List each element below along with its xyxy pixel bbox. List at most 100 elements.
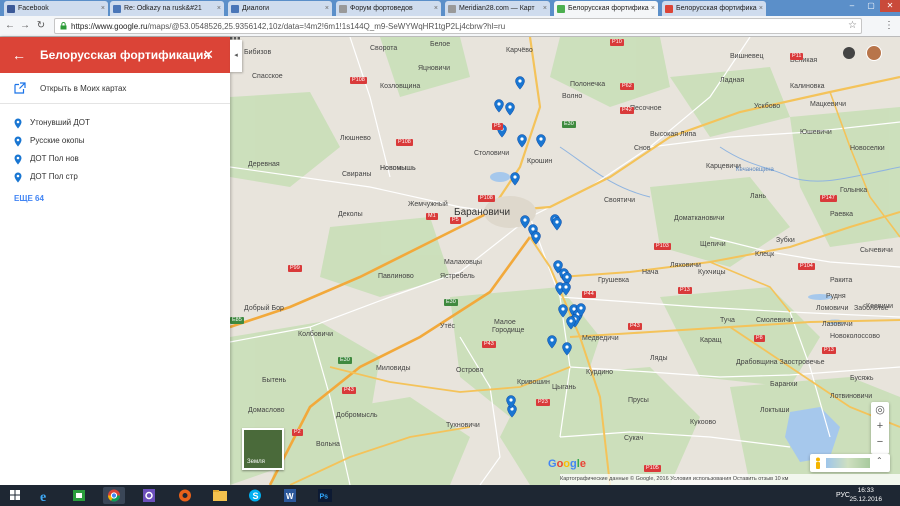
tab-close-icon[interactable]: × xyxy=(325,1,329,16)
address-bar[interactable]: https://www.google.ru/maps/@53.0548526,2… xyxy=(54,18,862,34)
map-place-label[interactable]: Сычевичи xyxy=(860,247,893,254)
map-place-label[interactable]: Новоколоссово xyxy=(830,333,880,340)
map-place-label[interactable]: Павлиново xyxy=(378,273,414,280)
map-place-label[interactable]: Бусяжь xyxy=(850,375,873,382)
input-language[interactable]: РУС xyxy=(836,485,850,506)
internet-explorer-icon[interactable]: e xyxy=(34,487,56,505)
map-place-label[interactable]: Лань xyxy=(750,193,766,200)
notifications-bell-icon[interactable] xyxy=(843,47,855,59)
my-location-icon[interactable]: ◎ xyxy=(871,402,889,418)
browser-menu-icon[interactable]: ⋮ xyxy=(884,19,894,33)
map-place-label[interactable]: Деревная xyxy=(248,161,280,168)
word-icon[interactable]: W xyxy=(279,487,301,504)
map-place-label[interactable]: Лазовичи xyxy=(822,321,853,328)
skype-icon[interactable]: S xyxy=(244,487,266,504)
reload-button[interactable]: ↻ xyxy=(35,19,47,33)
map-place-label[interactable]: Песочное xyxy=(630,105,662,112)
expand-chevron-icon[interactable]: ⌃ xyxy=(876,456,883,465)
map-place-label[interactable]: Локтыши xyxy=(760,407,789,414)
tab-close-icon[interactable]: × xyxy=(543,1,547,16)
fortification-pin-icon[interactable] xyxy=(517,134,527,148)
map-place-label[interactable]: Раевка xyxy=(830,211,853,218)
map-place-label[interactable]: Новоселки xyxy=(850,145,885,152)
map-place-label[interactable]: Своятичи xyxy=(604,197,635,204)
map-place-label[interactable]: Миловиды xyxy=(376,365,411,372)
map-place-label[interactable]: Колбовичи xyxy=(298,331,333,338)
map-place-label[interactable]: Новомышь xyxy=(380,165,416,172)
chrome-icon[interactable] xyxy=(103,487,125,504)
map-place-label[interactable]: Вольна xyxy=(316,441,340,448)
map-place-label[interactable]: Утёс xyxy=(440,323,455,330)
map-place-label[interactable]: Спасское xyxy=(252,73,283,80)
map-place-label[interactable]: Малаховцы xyxy=(444,259,482,266)
map-place-label[interactable]: Щепичи xyxy=(700,241,726,248)
windows-start-icon[interactable] xyxy=(4,487,26,504)
window-close-icon[interactable]: ✕ xyxy=(880,0,900,12)
map-place-label[interactable]: Клецк xyxy=(755,251,774,258)
map-place-label[interactable]: Ракита xyxy=(830,277,852,284)
browser-tab[interactable]: Meridian28.com — Карт × xyxy=(445,1,550,16)
map-place-label[interactable]: Курдино xyxy=(586,369,613,376)
forward-button[interactable]: → xyxy=(19,19,31,33)
zoom-in-button[interactable]: + xyxy=(871,418,889,434)
layer-item[interactable]: Утонувший ДОТ xyxy=(0,115,230,131)
map-place-label[interactable]: Кривошин xyxy=(517,379,550,386)
map-place-label[interactable]: Ляды xyxy=(650,355,668,362)
map-place-label[interactable]: Острово xyxy=(456,367,483,374)
store-icon[interactable] xyxy=(68,487,90,504)
map-place-label[interactable]: Мацкевичи xyxy=(810,101,846,108)
fortification-pin-icon[interactable] xyxy=(510,172,520,186)
map-place-label[interactable]: Сворота xyxy=(370,45,397,52)
map-place-label[interactable]: Малое xyxy=(494,319,516,326)
map-place-label[interactable]: Бибизов xyxy=(244,49,271,56)
fortification-pin-icon[interactable] xyxy=(494,99,504,113)
map-place-label[interactable]: Туча xyxy=(720,317,735,324)
map-place-label[interactable]: Козловщина xyxy=(380,83,420,90)
open-in-my-maps-link[interactable]: Открыть в Моих картах xyxy=(0,79,230,99)
tab-close-icon[interactable]: × xyxy=(217,1,221,16)
more-layers-link[interactable]: ЕЩЕ 64 xyxy=(14,192,44,206)
layer-item[interactable]: ДОТ Пол нов xyxy=(0,151,230,167)
map-place-label[interactable]: Ладная xyxy=(720,77,744,84)
fortification-pin-icon[interactable] xyxy=(515,76,525,90)
map-place-label[interactable]: Домаслово xyxy=(248,407,285,414)
map-place-label[interactable]: Ускбово xyxy=(754,103,780,110)
map-canvas[interactable]: БарановичиСтоловичиКрошинЛяховичиГанцеви… xyxy=(230,37,900,494)
map-place-label[interactable]: Ястребель xyxy=(440,273,475,280)
map-place-label[interactable]: Снов xyxy=(634,145,651,152)
map-place-label[interactable]: Доматкановичи xyxy=(674,215,725,222)
close-icon[interactable]: ✕ xyxy=(203,46,214,64)
settings-gear-icon[interactable] xyxy=(138,487,160,504)
map-place-label[interactable]: Кечановщина xyxy=(736,167,774,173)
map-place-label[interactable]: Смолевичи xyxy=(756,317,793,324)
map-place-label[interactable]: Баранхи xyxy=(770,381,798,388)
map-place-label[interactable]: Вишневец xyxy=(730,53,764,60)
map-place-label[interactable]: Барановичи xyxy=(454,207,510,218)
minimize-icon[interactable]: – xyxy=(842,0,862,12)
browser-tab[interactable]: Диалоги × xyxy=(228,1,332,16)
map-place-label[interactable]: Деколы xyxy=(338,211,363,218)
map-place-label[interactable]: Бытень xyxy=(262,377,286,384)
map-place-label[interactable]: Ляховичи xyxy=(670,262,701,269)
map-place-label[interactable]: Жемчужный xyxy=(408,201,448,208)
map-place-label[interactable]: Медведичи xyxy=(582,335,619,342)
browser-tab[interactable]: Белорусская фортифика × xyxy=(554,1,658,16)
user-avatar[interactable] xyxy=(866,45,882,61)
tab-close-icon[interactable]: × xyxy=(759,1,763,16)
map-place-label[interactable]: Кукоово xyxy=(690,419,716,426)
map-place-label[interactable]: Калиновка xyxy=(790,83,825,90)
map-place-label[interactable]: Тухновичи xyxy=(446,422,480,429)
tab-close-icon[interactable]: × xyxy=(651,1,655,16)
map-place-label[interactable]: Голынка xyxy=(840,187,867,194)
browser-tab[interactable]: Facebook × xyxy=(4,1,108,16)
map-place-label[interactable]: Лотвиновичи xyxy=(830,393,872,400)
tab-close-icon[interactable]: × xyxy=(434,1,438,16)
map-place-label[interactable]: Рудня xyxy=(826,293,846,300)
zoom-out-button[interactable]: − xyxy=(871,434,889,450)
photoshop-icon[interactable]: Ps xyxy=(314,487,336,504)
browser-tab[interactable]: Белорусская фортифика × xyxy=(662,1,766,16)
back-button[interactable]: ← xyxy=(4,19,16,33)
map-place-label[interactable]: Городище xyxy=(492,327,524,334)
fortification-pin-icon[interactable] xyxy=(505,102,515,116)
map-place-label[interactable]: Карчёво xyxy=(506,47,533,54)
